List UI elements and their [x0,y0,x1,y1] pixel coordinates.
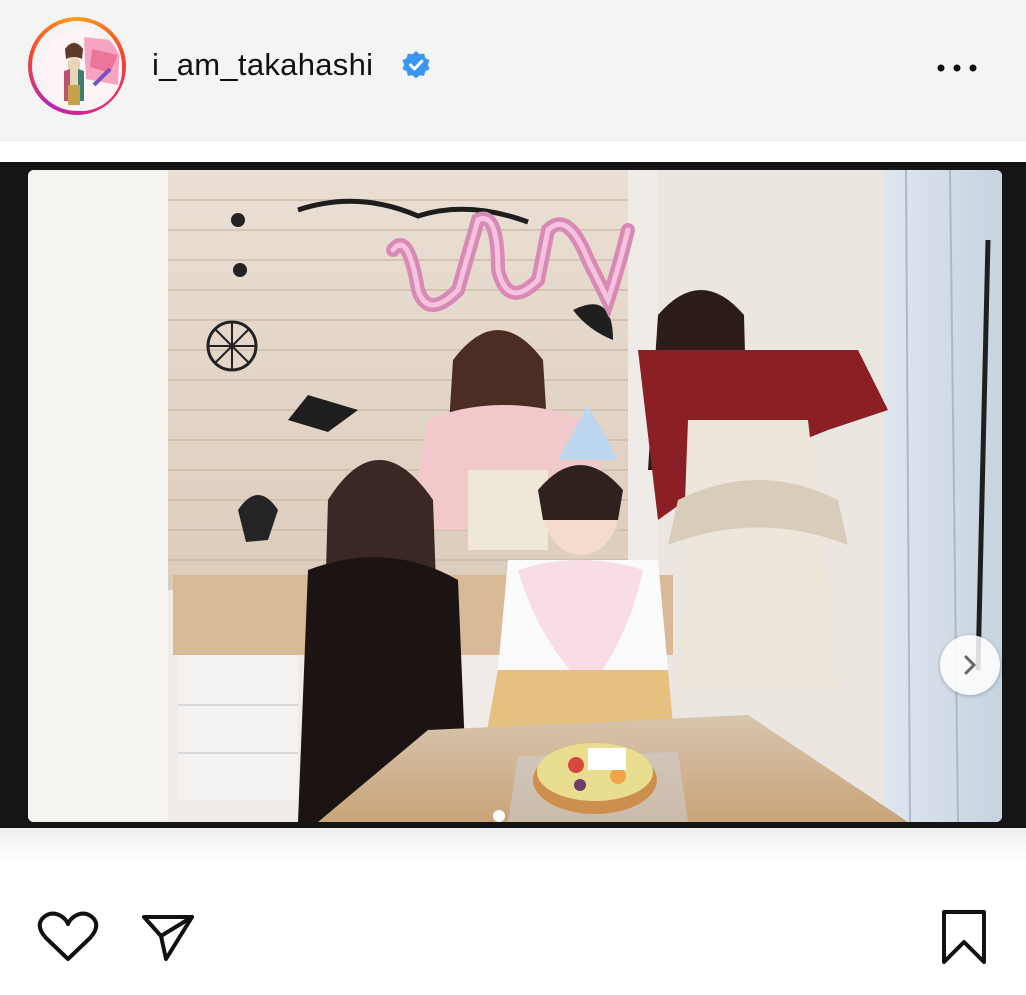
more-options-button[interactable] [930,52,986,84]
story-ring[interactable] [28,17,126,115]
verified-badge-icon [400,50,432,82]
post-header: i_am_takahashi [0,0,1026,141]
send-icon [142,915,194,961]
like-button[interactable] [36,909,100,965]
post-media[interactable] [0,162,1026,828]
avatar-illustration [40,29,122,111]
slide-indicator-dot [493,810,505,822]
chevron-right-icon [964,655,976,675]
media-bottom-strip [0,828,1026,862]
heart-icon [37,911,99,961]
username[interactable]: i_am_takahashi [152,45,373,85]
save-button[interactable] [936,907,992,967]
more-horizontal-icon [937,64,977,72]
bookmark-icon [942,910,986,964]
post-photo [28,170,1002,822]
avatar-gap [32,21,122,111]
photo-scene [28,170,1002,822]
next-slide-button[interactable] [940,635,1000,695]
avatar[interactable] [40,29,122,111]
share-button[interactable] [138,909,198,965]
